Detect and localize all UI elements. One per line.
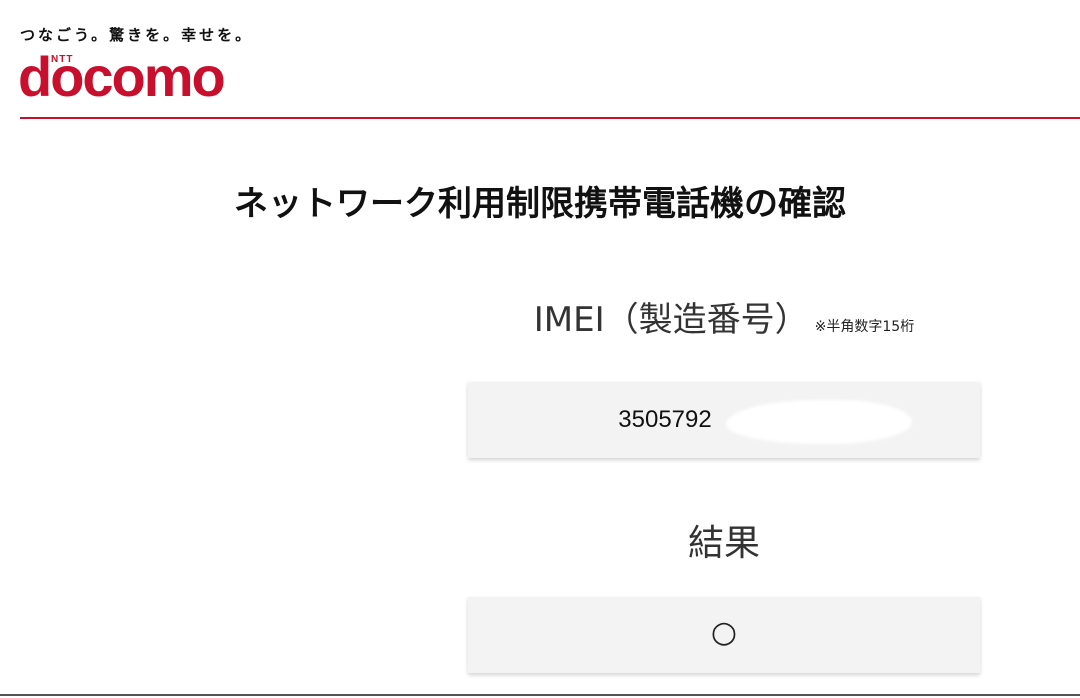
page-title: ネットワーク利用制限携帯電話機の確認: [234, 184, 846, 224]
page: つなごう。驚きを。幸せを。 docomo NTT ネットワーク利用制限携帯電話機…: [0, 0, 1080, 698]
logo-wordmark: docomo: [18, 45, 226, 108]
imei-field-box: [468, 382, 980, 458]
bottom-divider: [0, 694, 1080, 696]
logo-ntt-mark: NTT: [51, 54, 74, 65]
brand-tagline: つなごう。驚きを。幸せを。: [20, 26, 254, 44]
docomo-logo[interactable]: docomo NTT: [18, 45, 240, 108]
result-value: ○: [710, 615, 738, 650]
imei-label: IMEI（製造番号）: [533, 300, 809, 340]
redaction-mark: [726, 400, 912, 444]
result-label: 結果: [687, 523, 760, 564]
header-divider: [20, 117, 1080, 119]
imei-label-row: IMEI（製造番号） ※半角数字15桁: [468, 292, 980, 341]
result-field-box: ○: [468, 597, 980, 673]
imei-note: ※半角数字15桁: [814, 319, 915, 335]
